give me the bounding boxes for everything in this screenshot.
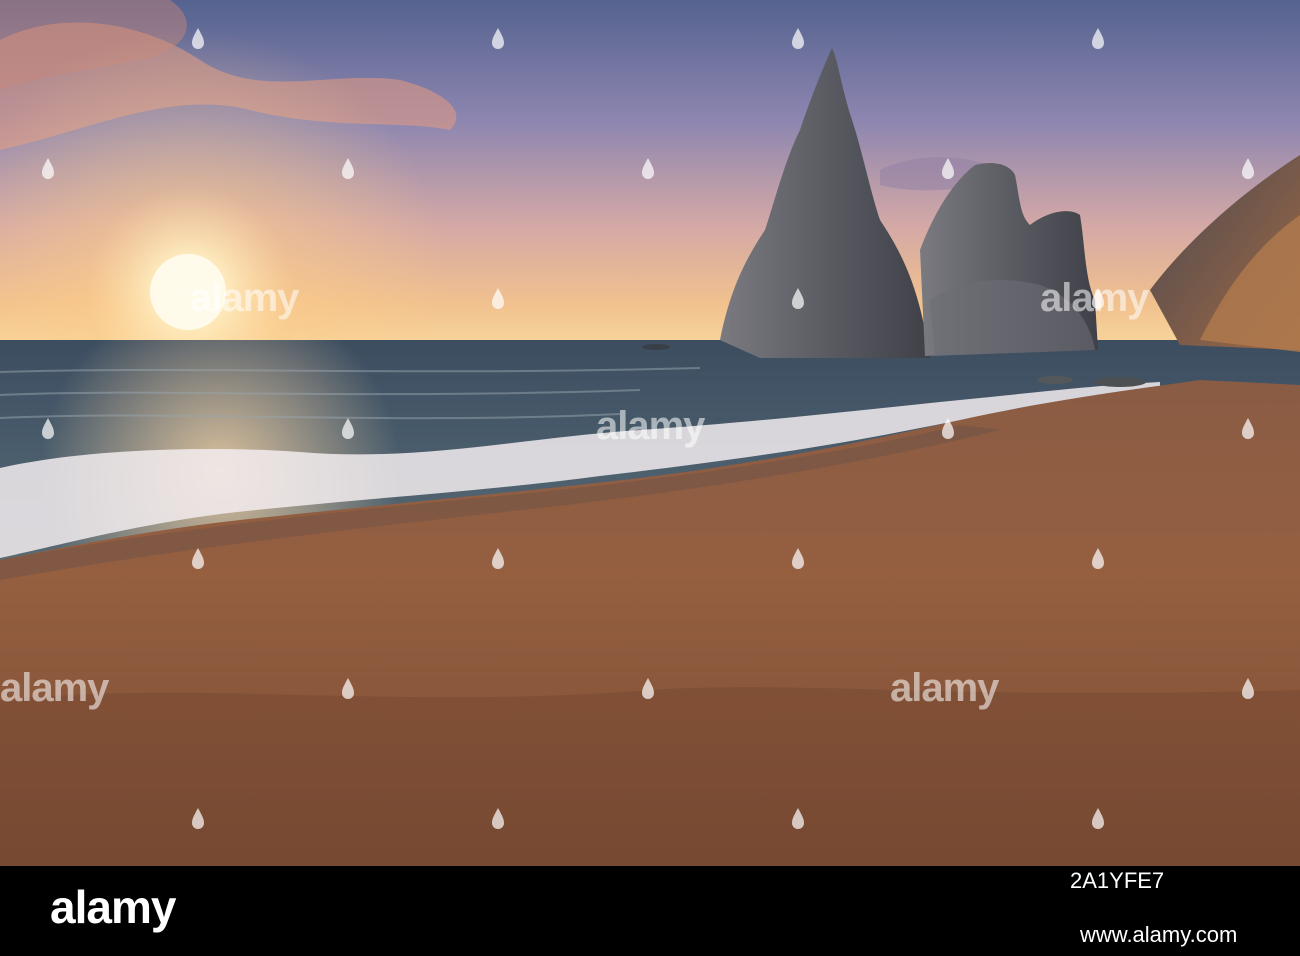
image-id: 2A1YFE7: [1070, 868, 1165, 893]
stock-photo-frame: alamy alamy alamy alamy alamy alamy 2A1Y…: [0, 0, 1300, 956]
beach-sunset-photo: alamy alamy alamy alamy alamy: [0, 0, 1300, 866]
site-url: www.alamy.com: [1080, 922, 1238, 947]
alamy-footer-bar: alamy 2A1YFE7 www.alamy.com: [0, 866, 1300, 956]
photo-scene: [0, 0, 1300, 866]
alamy-logo: alamy: [50, 881, 176, 933]
